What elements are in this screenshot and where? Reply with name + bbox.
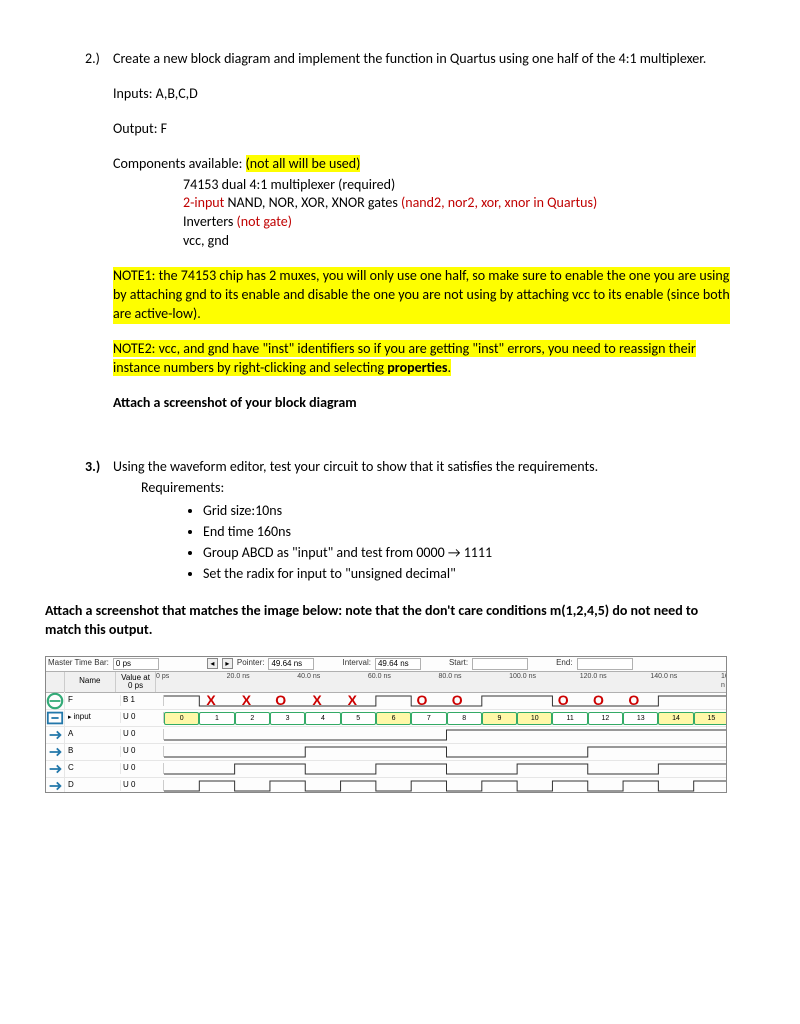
input-icon xyxy=(46,726,65,744)
row-C-value: U 0 xyxy=(121,763,164,774)
row-C-name: C xyxy=(65,763,121,774)
comp-inv-note: (not gate) xyxy=(236,213,292,230)
row-D-name: D xyxy=(65,780,121,791)
col-valueat: Value at 0 ps xyxy=(116,672,156,692)
mtb-label: Master Time Bar: xyxy=(48,658,109,669)
wave-header: Name Value at 0 ps 0 ps20.0 ns40.0 ns60.… xyxy=(46,672,726,693)
ptr-label: Pointer: xyxy=(237,658,265,669)
row-input-label: input xyxy=(74,712,91,721)
q2-inputs: Inputs: A,B,C,D xyxy=(113,85,730,104)
row-A-value: U 0 xyxy=(121,729,164,740)
row-input: ▸input U 0 0123456789101112131415 xyxy=(46,710,726,727)
output-icon xyxy=(46,692,65,710)
int-label: Interval: xyxy=(342,658,370,669)
int-field: 49.64 ns xyxy=(375,658,421,670)
row-A-track[interactable] xyxy=(164,727,726,743)
row-C: C U 0 xyxy=(46,761,726,778)
nav-right-icon[interactable]: ▸ xyxy=(222,658,233,669)
comp-gates-prefix: 2-input xyxy=(183,194,224,211)
req-endtime: End time 160ns xyxy=(203,523,730,542)
end-label: End: xyxy=(556,658,572,669)
input-icon xyxy=(46,760,65,778)
col-name: Name xyxy=(65,672,117,692)
expand-icon[interactable]: ▸ xyxy=(68,714,72,721)
col-valueat-2: 0 ps xyxy=(128,682,143,690)
start-field[interactable] xyxy=(472,658,528,670)
row-B-value: U 0 xyxy=(121,746,164,757)
q2-note2-b: properties xyxy=(387,359,447,376)
comp-gates-suffix: (nand2, nor2, xor, xnor in Quartus) xyxy=(401,194,597,211)
row-D: D U 0 xyxy=(46,778,726,793)
row-F-track[interactable]: XXXXOOOOOO xyxy=(164,693,726,709)
input-icon xyxy=(46,743,65,761)
comp-inverters: Inverters (not gate) xyxy=(183,213,730,232)
q2-note1: NOTE1: the 74153 chip has 2 muxes, you w… xyxy=(113,267,730,324)
row-input-track[interactable]: 0123456789101112131415 xyxy=(164,710,726,726)
wave-topbar: Master Time Bar: 0 ps ◂ ▸ Pointer: 49.64… xyxy=(46,657,726,672)
end-field[interactable] xyxy=(577,658,633,670)
q2-note2: NOTE2: vcc, and gnd have "inst" identifi… xyxy=(113,340,730,378)
q3-req-list: Grid size:10ns End time 160ns Group ABCD… xyxy=(113,502,730,584)
q2-components-label: Components available: xyxy=(113,155,246,172)
comp-gates-mid: NAND, NOR, XOR, XNOR gates xyxy=(224,194,401,211)
row-C-track[interactable] xyxy=(164,761,726,777)
q3-req-label: Requirements: xyxy=(141,479,730,498)
q2-components-line: Components available: (not all will be u… xyxy=(113,155,730,174)
comp-gates: 2-input NAND, NOR, XOR, XNOR gates (nand… xyxy=(183,194,730,213)
mtb-field[interactable]: 0 ps xyxy=(113,658,159,670)
document-page: 2.) Create a new block diagram and imple… xyxy=(0,0,800,1024)
q2-intro: Create a new block diagram and implement… xyxy=(113,50,730,69)
q3-attach: Attach a screenshot that matches the ima… xyxy=(45,602,730,640)
q2-component-list: 74153 dual 4:1 multiplexer (required) 2-… xyxy=(183,176,730,252)
req-radix: Set the radix for input to "unsigned dec… xyxy=(203,565,730,584)
comp-vcc-gnd: vcc, gnd xyxy=(183,232,730,251)
ptr-field: 49.64 ns xyxy=(268,658,314,670)
bus-icon xyxy=(46,709,65,727)
q2-output: Output: F xyxy=(113,120,730,139)
row-D-value: U 0 xyxy=(121,780,164,791)
row-A-name: A xyxy=(65,729,121,740)
row-F-name: F xyxy=(65,695,121,706)
q2-attach: Attach a screenshot of your block diagra… xyxy=(113,394,730,413)
input-icon xyxy=(46,777,65,793)
comp-74153: 74153 dual 4:1 multiplexer (required) xyxy=(183,176,730,195)
row-D-track[interactable] xyxy=(164,778,726,793)
wave-body: F B 1 XXXXOOOOOO ▸input U 0 012345678910… xyxy=(46,693,726,793)
req-group: Group ABCD as "input" and test from 0000… xyxy=(203,544,730,563)
row-B-name: B xyxy=(65,746,121,757)
row-F: F B 1 XXXXOOOOOO xyxy=(46,693,726,710)
q2: 2.) Create a new block diagram and imple… xyxy=(85,50,730,428)
row-A: A U 0 xyxy=(46,727,726,744)
row-B: B U 0 xyxy=(46,744,726,761)
row-B-track[interactable] xyxy=(164,744,726,760)
comp-inv-label: Inverters xyxy=(183,213,236,230)
q3-intro: Using the waveform editor, test your cir… xyxy=(113,458,730,477)
row-input-name: ▸input xyxy=(65,712,121,723)
q2-note2-c: . xyxy=(447,359,451,376)
row-F-value: B 1 xyxy=(121,695,164,706)
waveform-screenshot: Master Time Bar: 0 ps ◂ ▸ Pointer: 49.64… xyxy=(45,656,727,793)
row-input-value: U 0 xyxy=(121,712,164,723)
q3-number: 3.) xyxy=(85,458,113,477)
start-label: Start: xyxy=(449,658,468,669)
q3: 3.) Using the waveform editor, test your… xyxy=(85,458,730,597)
q2-number: 2.) xyxy=(85,50,113,69)
q2-components-note: (not all will be used) xyxy=(246,155,361,172)
time-ruler: 0 ps20.0 ns40.0 ns60.0 ns80.0 ns100.0 ns… xyxy=(156,672,726,692)
nav-left-icon[interactable]: ◂ xyxy=(207,658,218,669)
req-grid: Grid size:10ns xyxy=(203,502,730,521)
